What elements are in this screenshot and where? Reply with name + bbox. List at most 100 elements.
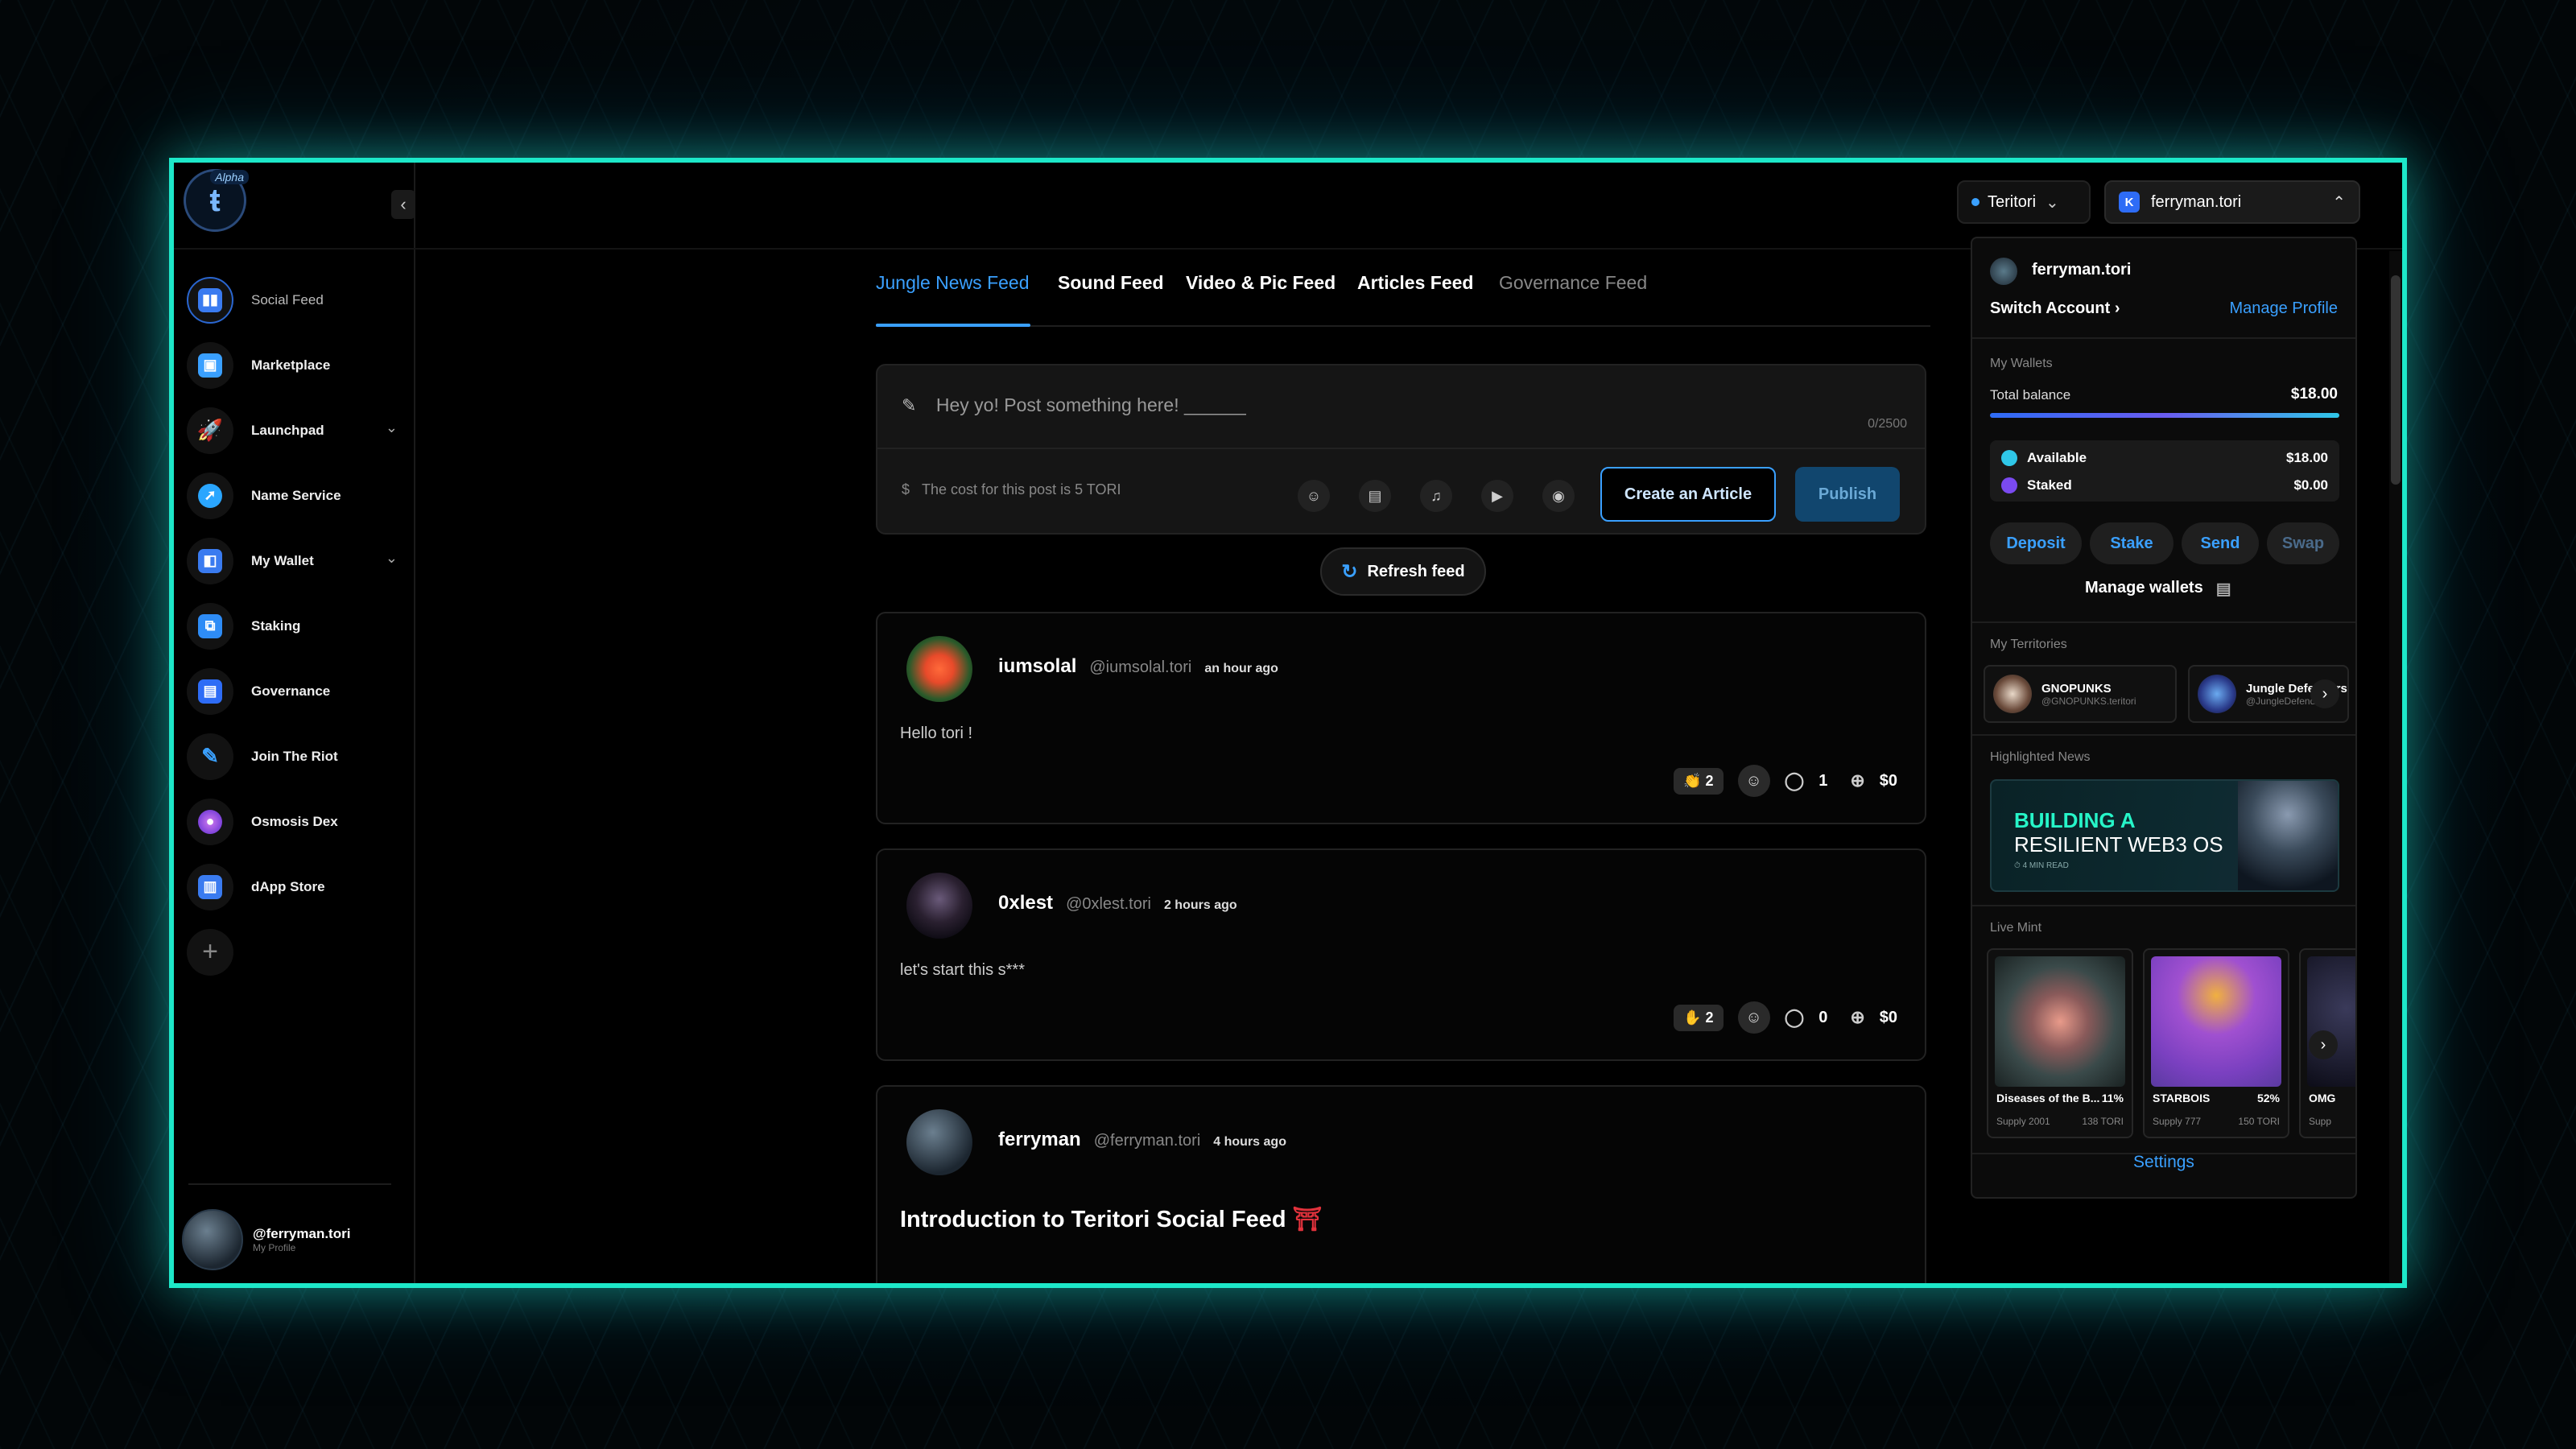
tip-icon[interactable]: ⊕ xyxy=(1850,1007,1864,1028)
live-mint-section: Live Mint Diseases of the B... 11% Suppl… xyxy=(1972,906,2355,1154)
sidebar-item-name-service[interactable]: ➚ Name Service xyxy=(187,463,404,528)
gif-icon[interactable]: ▤ xyxy=(1359,480,1391,512)
tab-sound-feed[interactable]: Sound Feed xyxy=(1058,272,1164,294)
manage-wallets-label: Manage wallets xyxy=(2085,579,2203,597)
sidebar-item-label: Name Service xyxy=(251,487,341,503)
add-reaction-icon[interactable]: ☺ xyxy=(1737,765,1770,797)
reaction-badge[interactable]: ✋ 2 xyxy=(1674,1004,1724,1031)
sidebar-item-social-feed[interactable]: ▮▮ Social Feed xyxy=(187,267,404,332)
author-name[interactable]: iumsolal xyxy=(998,655,1076,677)
mint-name: STARBOIS xyxy=(2153,1092,2211,1104)
feed-post: ferryman @ferryman.tori 4 hours ago Introd… xyxy=(876,1085,1926,1283)
manage-wallets-button[interactable]: Manage wallets ▤ xyxy=(2085,579,2231,599)
composer-input-area[interactable]: ✎ Hey yo! Post something here! ______ 0/… xyxy=(877,365,1925,449)
territory-card[interactable]: GNOPUNKS @GNOPUNKS.teritori xyxy=(1984,665,2177,723)
comment-icon[interactable]: ◯ xyxy=(1785,770,1805,791)
publish-button[interactable]: Publish xyxy=(1795,467,1900,522)
tip-icon[interactable]: ⊕ xyxy=(1850,770,1864,791)
total-balance-label: Total balance xyxy=(1990,387,2071,402)
sidebar-add-item[interactable]: + xyxy=(187,919,404,985)
author-handle[interactable]: @iumsolal.tori xyxy=(1089,658,1191,676)
collapse-sidebar-button[interactable]: ‹ xyxy=(391,190,415,219)
section-label: Highlighted News xyxy=(1990,750,2091,764)
sidebar-profile[interactable]: @ferryman.tori My Profile xyxy=(182,1209,350,1270)
news-banner[interactable]: BUILDING A RESILIENT WEB3 OS ⏱ 4 MIN REA… xyxy=(1990,779,2339,892)
staked-row: Staked $0.00 xyxy=(2001,477,2328,493)
chevron-down-icon[interactable]: ⌄ xyxy=(386,419,398,436)
chevron-right-icon[interactable]: › xyxy=(2309,1030,2338,1059)
sidebar-item-staking[interactable]: ⧉ Staking xyxy=(187,593,404,658)
post-time: 4 hours ago xyxy=(1213,1135,1286,1149)
create-article-button[interactable]: Create an Article xyxy=(1600,467,1776,522)
deposit-button[interactable]: Deposit xyxy=(1990,522,2082,564)
mint-card[interactable]: STARBOIS 52% Supply 777 150 TORI xyxy=(2143,948,2289,1138)
section-label: My Wallets xyxy=(1990,357,2053,370)
add-reaction-icon[interactable]: ☺ xyxy=(1737,1001,1770,1034)
sidebar-item-governance[interactable]: ▤ Governance xyxy=(187,658,404,724)
avatar[interactable] xyxy=(906,636,972,702)
network-selector[interactable]: Teritori ⌄ xyxy=(1957,180,2091,224)
post-author: 0xlest @0xlest.tori 2 hours ago xyxy=(998,892,1237,914)
author-handle[interactable]: @0xlest.tori xyxy=(1066,895,1151,913)
composer-placeholder[interactable]: Hey yo! Post something here! ______ xyxy=(936,394,1246,415)
tab-articles-feed[interactable]: Articles Feed xyxy=(1357,272,1473,294)
avatar[interactable] xyxy=(906,873,972,939)
staked-label: Staked xyxy=(2027,477,2072,493)
scrollbar-thumb[interactable] xyxy=(2391,275,2401,485)
sidebar-item-launchpad[interactable]: 🚀 Launchpad ⌄ xyxy=(187,398,404,463)
sidebar-item-label: My Wallet xyxy=(251,552,314,568)
sidebar-item-join-the-riot[interactable]: ✎ Join The Riot xyxy=(187,724,404,789)
osmosis-icon: ● xyxy=(187,798,233,845)
plus-icon[interactable]: + xyxy=(187,928,233,976)
camera-icon[interactable]: ◉ xyxy=(1542,480,1575,512)
territory-handle: @GNOPUNKS.teritori xyxy=(2041,695,2136,707)
stake-button[interactable]: Stake xyxy=(2090,522,2174,564)
reaction-badge[interactable]: 👏 2 xyxy=(1674,767,1724,795)
swap-button[interactable]: Swap xyxy=(2267,522,2339,564)
sidebar-item-label: Staking xyxy=(251,617,301,634)
music-icon[interactable]: ♫ xyxy=(1420,480,1452,512)
comment-icon[interactable]: ◯ xyxy=(1785,1007,1805,1028)
feed-post: 0xlest @0xlest.tori 2 hours ago let's star… xyxy=(876,848,1926,1061)
mint-supply: Supply 2001 xyxy=(1996,1116,2050,1127)
account-selector[interactable]: K ferryman.tori ⌃ xyxy=(2104,180,2360,224)
avatar[interactable] xyxy=(906,1109,972,1175)
sidebar-item-label: dApp Store xyxy=(251,878,325,894)
available-value: $18.00 xyxy=(2286,450,2328,465)
pencil-icon: ✎ xyxy=(902,395,917,415)
sidebar-item-osmosis-dex[interactable]: ● Osmosis Dex xyxy=(187,789,404,854)
sidebar-item-marketplace[interactable]: ▣ Marketplace xyxy=(187,332,404,398)
chevron-right-icon: › xyxy=(2114,299,2120,317)
sidebar-item-dapp-store[interactable]: ▥ dApp Store xyxy=(187,854,404,919)
profile-text: @ferryman.tori My Profile xyxy=(243,1226,350,1253)
mint-price: 150 TORI xyxy=(2238,1116,2280,1127)
scrollbar[interactable] xyxy=(2389,251,2402,1283)
wallet-list-icon: ▤ xyxy=(2215,580,2231,598)
author-handle[interactable]: @ferryman.tori xyxy=(1094,1132,1201,1150)
tab-jungle-news-feed[interactable]: Jungle News Feed xyxy=(876,272,1030,294)
sidebar-item-my-wallet[interactable]: ◧ My Wallet ⌄ xyxy=(187,528,404,593)
author-name[interactable]: 0xlest xyxy=(998,892,1053,914)
chevron-down-icon[interactable]: ⌄ xyxy=(386,550,398,567)
emoji-icon[interactable]: ☺ xyxy=(1298,480,1330,512)
author-name[interactable]: ferryman xyxy=(998,1129,1081,1150)
post-author: ferryman @ferryman.tori 4 hours ago xyxy=(998,1129,1286,1151)
refresh-feed-button[interactable]: ↻ Refresh feed xyxy=(1320,547,1486,596)
mint-card[interactable]: Diseases of the B... 11% Supply 2001 138… xyxy=(1987,948,2133,1138)
tab-video-pic-feed[interactable]: Video & Pic Feed xyxy=(1186,272,1335,294)
territory-text: GNOPUNKS @GNOPUNKS.teritori xyxy=(2041,682,2136,707)
post-body: Hello tori ! xyxy=(900,724,973,742)
article-title[interactable]: Introduction to Teritori Social Feed ⛩ xyxy=(900,1206,1322,1233)
avatar xyxy=(1993,675,2032,713)
tab-governance-feed[interactable]: Governance Feed xyxy=(1499,272,1647,294)
switch-account-button[interactable]: Switch Account › xyxy=(1990,299,2120,318)
video-icon[interactable]: ▶ xyxy=(1481,480,1513,512)
staked-value: $0.00 xyxy=(2293,477,2328,493)
chevron-right-icon[interactable]: › xyxy=(2310,679,2339,708)
account-name: ferryman.tori xyxy=(2032,261,2132,279)
manage-profile-link[interactable]: Manage Profile xyxy=(2229,299,2338,318)
send-button[interactable]: Send xyxy=(2182,522,2259,564)
keplr-icon: K xyxy=(2119,192,2140,213)
settings-link[interactable]: Settings xyxy=(1972,1153,2355,1172)
teritori-logo[interactable]: ŧ Alpha xyxy=(184,169,249,232)
